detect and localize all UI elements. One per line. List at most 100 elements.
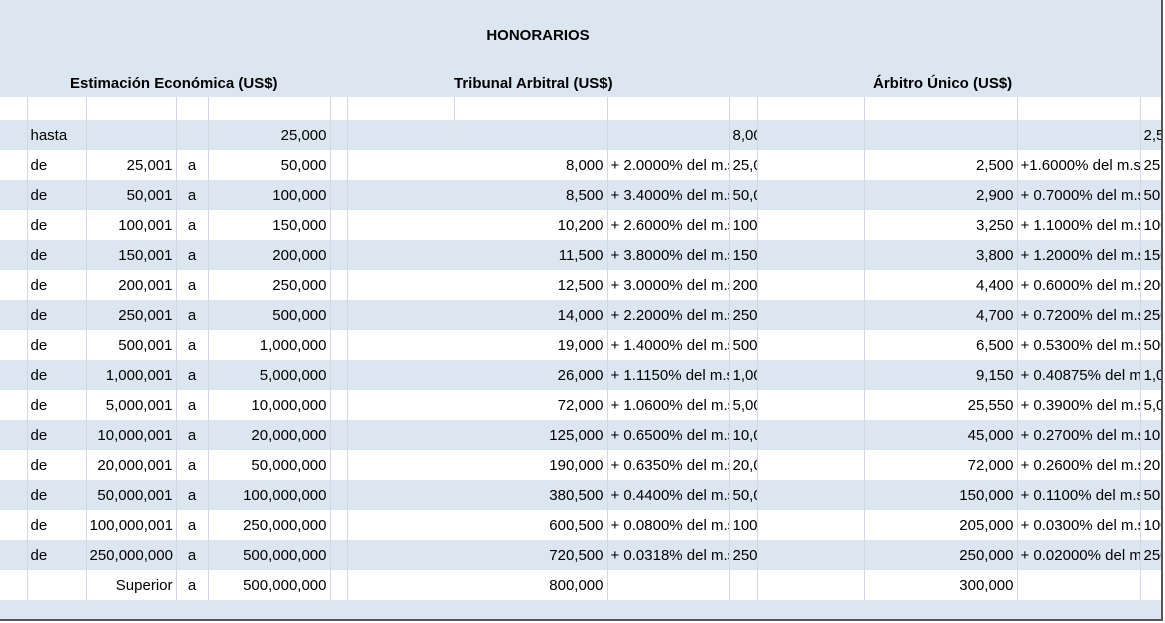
cell-arbitro-percent: + 0.5300% del m.s.a <box>1017 330 1141 360</box>
spacer-cell <box>0 300 28 330</box>
header-tribunal: Tribunal Arbitral (US$) <box>454 75 613 92</box>
cell-arbitro-base: 45,000 <box>864 420 1018 450</box>
spacer-cell <box>330 270 348 300</box>
cell-tribunal-threshold: 1,000,000 <box>729 360 758 390</box>
cell-arbitro-base: 4,700 <box>864 300 1018 330</box>
spacer-cell <box>757 180 865 210</box>
cell-arbitro-percent: + 0.0300% del m.s.a <box>1017 510 1141 540</box>
table-row: de250,001a500,000 14,000+ 2.2000% del m.s… <box>0 300 1161 330</box>
cell-tribunal-percent: + 0.4400% del m.s.a <box>607 480 730 510</box>
cell-a: a <box>176 330 209 360</box>
table-row: de 10,000,001 a 20,000,000 125,000 + 0.6500% … <box>0 420 1161 450</box>
cell-to: 500,000,000 <box>208 570 331 600</box>
cell-a: a <box>176 540 209 570</box>
spacer-cell <box>0 120 28 150</box>
cell-tribunal-base: 19,000 <box>347 330 608 360</box>
cell-arbitro-base: 150,000 <box>864 480 1018 510</box>
cell-prefix: de <box>27 360 87 390</box>
cell-from: 10,000,001 <box>86 420 177 450</box>
cell-arbitro-percent: + 0.7200% del m.s.a <box>1017 300 1141 330</box>
cell-tribunal-percent: + 1.0600% del m.s.a <box>607 390 730 420</box>
cell-tribunal-threshold: 100,000,000 <box>729 510 758 540</box>
cell-prefix: de <box>27 240 87 270</box>
spacer-cell <box>757 510 865 540</box>
cell-arbitro-threshold: 250,000 <box>1140 300 1161 330</box>
cell-a: a <box>176 510 209 540</box>
cell-tribunal-percent <box>607 120 730 150</box>
header-arbitro: Árbitro Único (US$) <box>873 75 1013 92</box>
cell-arbitro-base: 3,250 <box>864 210 1018 240</box>
cell-arbitro-threshold: 25,000 <box>1140 150 1161 180</box>
spacer-cell <box>0 450 28 480</box>
cell-to: 1,000,000 <box>208 330 331 360</box>
spacer-cell <box>757 480 865 510</box>
cell-arbitro-base: 205,000 <box>864 510 1018 540</box>
cell-arbitro-threshold: 200,000 <box>1140 270 1161 300</box>
cell-prefix: de <box>27 390 87 420</box>
cell-tribunal-threshold: 50,000,000 <box>729 480 758 510</box>
cell-to: 50,000,000 <box>208 450 331 480</box>
cell-arbitro-threshold: 10,000,000 <box>1140 420 1161 450</box>
cell-to: 100,000,000 <box>208 480 331 510</box>
cell-arbitro-threshold <box>1140 570 1161 600</box>
cell-tribunal-threshold: 25,000 <box>729 150 758 180</box>
cell-from <box>86 120 177 150</box>
cell-arbitro-threshold: 50,000,000 <box>1140 480 1161 510</box>
cell-to: 20,000,000 <box>208 420 331 450</box>
table-row: de 250,000,000 a 500,000,000 720,500 + 0.0318… <box>0 540 1161 570</box>
cell-arbitro-base: 300,000 <box>864 570 1018 600</box>
cell-tribunal-threshold: 250,000 <box>729 300 758 330</box>
spacer-cell <box>330 570 348 600</box>
spacer-cell <box>330 480 348 510</box>
cell-arbitro-threshold: 250,000,000 <box>1140 540 1161 570</box>
header-band: HONORARIOS Estimación Económica (US$) Tr… <box>0 0 1161 97</box>
spacer-cell <box>330 180 348 210</box>
cell-tribunal-base: 14,000 <box>347 300 608 330</box>
spacer-cell <box>330 540 348 570</box>
spacer-cell <box>330 360 348 390</box>
cell-tribunal-percent: + 2.2000% del m.s.a <box>607 300 730 330</box>
cell-arbitro-percent <box>1017 570 1141 600</box>
cell-arbitro-threshold: 2,500 <box>1140 120 1161 150</box>
cell-tribunal-percent: + 2.6000% del m.s.a <box>607 210 730 240</box>
spacer-cell <box>0 510 28 540</box>
table-row: de 5,000,001 a 10,000,000 72,000 + 1.0600% de… <box>0 390 1161 420</box>
cell-from: 20,000,001 <box>86 450 177 480</box>
cell-arbitro-threshold: 100,000,000 <box>1140 510 1161 540</box>
cell-arbitro-threshold: 500,000 <box>1140 330 1161 360</box>
cell-a: a <box>176 450 209 480</box>
cell-tribunal-percent: + 1.1150% del m.s.a <box>607 360 730 390</box>
table-row: de25,001a50,0008,000+ 2.0000% del m.s.a2… <box>0 150 1161 180</box>
cell-arbitro-threshold: 150,000 <box>1140 240 1161 270</box>
spacer-cell <box>757 540 865 570</box>
cell-tribunal-threshold: 150,000 <box>729 240 758 270</box>
cell-arbitro-percent: +1.6000% del m.s.a <box>1017 150 1141 180</box>
cell-a: a <box>176 570 209 600</box>
cell-arbitro-percent: + 0.02000% del m.s.a <box>1017 540 1141 570</box>
spacer-cell <box>330 450 348 480</box>
spacer-cell <box>757 420 865 450</box>
page-title: HONORARIOS <box>486 27 590 44</box>
cell-tribunal-base: 800,000 <box>347 570 608 600</box>
header-estimacion: Estimación Económica (US$) <box>70 75 278 92</box>
fees-table: hasta25,0008,0002,500de25,001a50,0008,00… <box>0 97 1161 600</box>
cell-from: 500,001 <box>86 330 177 360</box>
spacer-cell <box>757 150 865 180</box>
cell-arbitro-threshold: 50,000 <box>1140 180 1161 210</box>
cell-arbitro-threshold: 5,000,000 <box>1140 390 1161 420</box>
cell-arbitro-base: 3,800 <box>864 240 1018 270</box>
spacer-cell <box>757 300 865 330</box>
cell-arbitro-percent: + 0.7000% del m.s.a <box>1017 180 1141 210</box>
spreadsheet: HONORARIOS Estimación Económica (US$) Tr… <box>0 0 1163 621</box>
spacer-cell <box>757 390 865 420</box>
cell-tribunal-base: 72,000 <box>347 390 608 420</box>
cell-to: 5,000,000 <box>208 360 331 390</box>
cell-from: 250,000,000 <box>86 540 177 570</box>
cell-tribunal-threshold: 10,000,000 <box>729 420 758 450</box>
bottom-band <box>0 600 1161 619</box>
cell-from: 250,001 <box>86 300 177 330</box>
cell-arbitro-base: 25,550 <box>864 390 1018 420</box>
spacer-cell <box>0 420 28 450</box>
cell-to: 10,000,000 <box>208 390 331 420</box>
cell-tribunal-threshold: 8,000 <box>729 120 758 150</box>
